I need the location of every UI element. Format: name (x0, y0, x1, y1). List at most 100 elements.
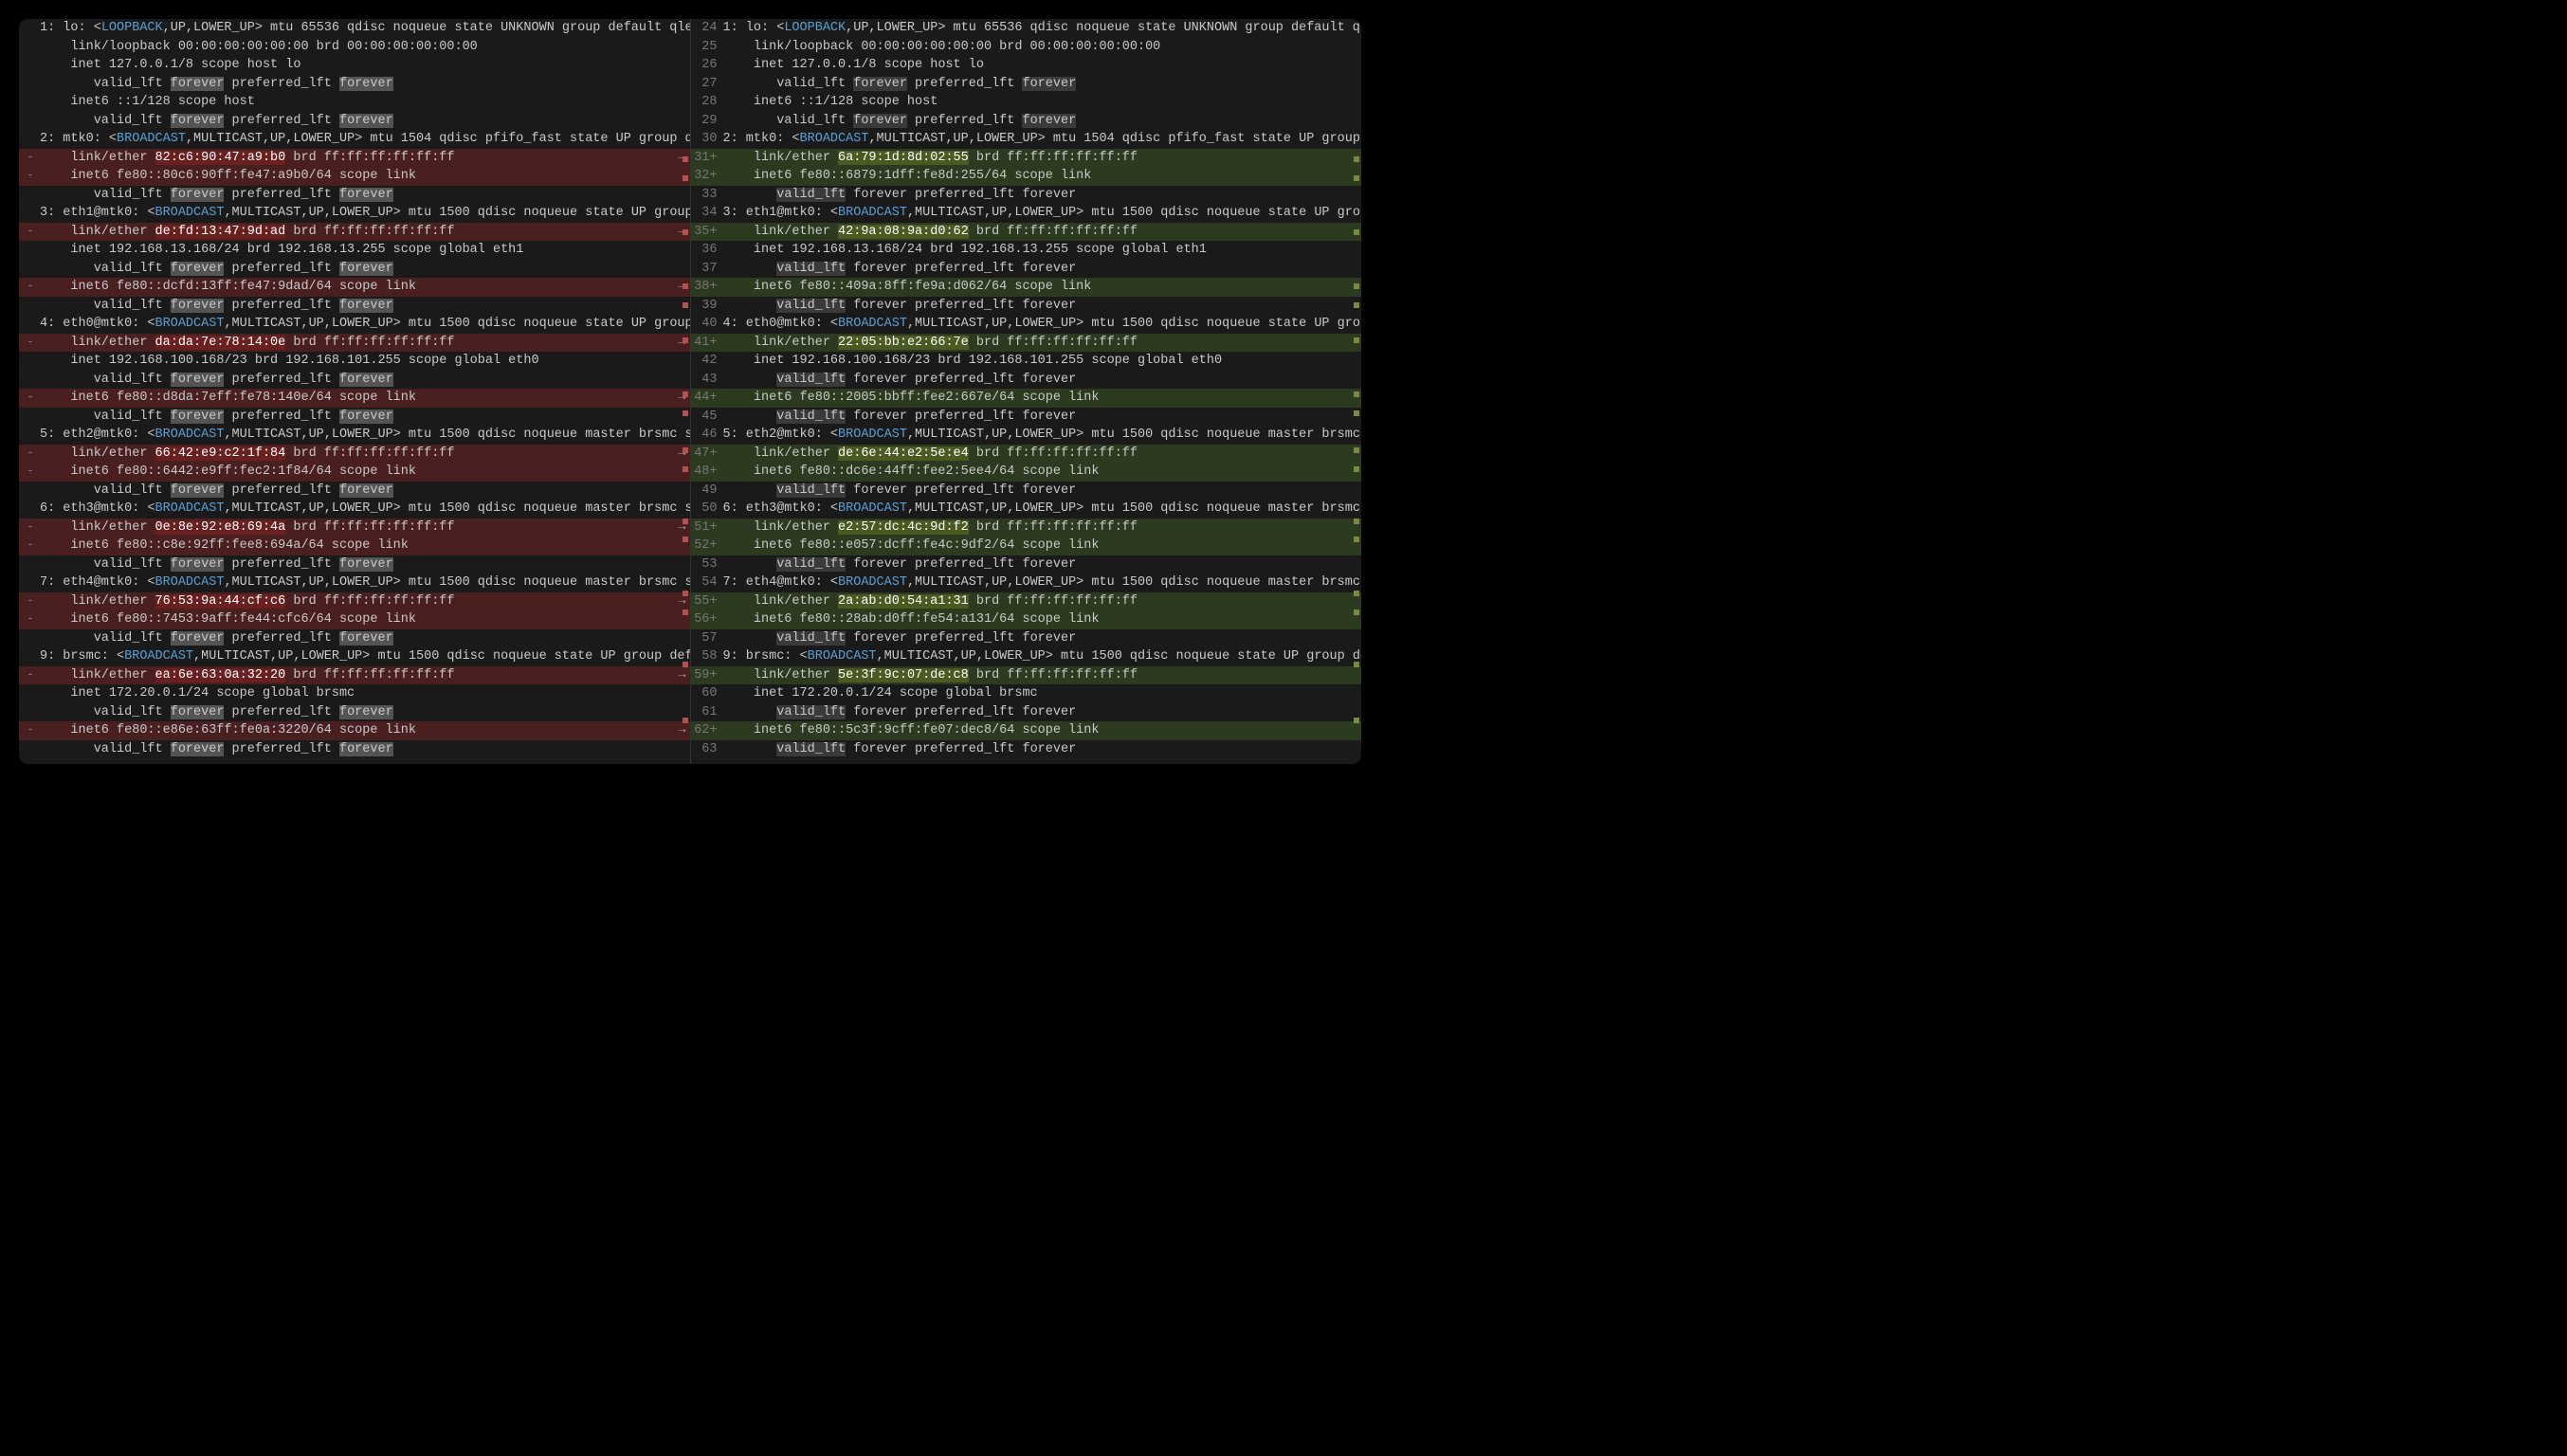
diff-line-right[interactable]: 55+ link/ether 2a:ab:d0:54:a1:31 brd ff:… (691, 592, 1362, 611)
diff-line-right[interactable]: 25 link/loopback 00:00:00:00:00:00 brd 0… (691, 38, 1362, 57)
minimap-marker (683, 391, 688, 397)
diff-line-left[interactable]: 5: eth2@mtk0: <BROADCAST,MULTICAST,UP,LO… (19, 426, 690, 445)
diff-line-left[interactable]: valid_lft forever preferred_lft forever (19, 629, 690, 648)
diff-line-left[interactable]: valid_lft forever preferred_lft forever (19, 112, 690, 131)
diff-line-right[interactable]: 47+ link/ether de:6e:44:e2:5e:e4 brd ff:… (691, 445, 1362, 464)
diff-line-right[interactable]: 28 inet6 ::1/128 scope host (691, 93, 1362, 112)
diff-line-left[interactable]: inet 172.20.0.1/24 scope global brsmc (19, 684, 690, 703)
diff-arrow-icon: → (678, 666, 685, 685)
diff-line-left[interactable]: valid_lft forever preferred_lft forever (19, 408, 690, 427)
diff-line-left[interactable]: - link/ether de:fd:13:47:9d:ad brd ff:ff… (19, 223, 690, 242)
diff-line-left[interactable]: valid_lft forever preferred_lft forever (19, 186, 690, 205)
diff-line-left[interactable]: inet 192.168.13.168/24 brd 192.168.13.25… (19, 241, 690, 260)
diff-line-right[interactable]: 27 valid_lft forever preferred_lft forev… (691, 75, 1362, 94)
minimap-marker (1354, 519, 1359, 524)
minimap-marker (683, 718, 688, 723)
diff-line-right[interactable]: 43 valid_lft forever preferred_lft forev… (691, 371, 1362, 390)
diff-line-left[interactable]: link/loopback 00:00:00:00:00:00 brd 00:0… (19, 38, 690, 57)
line-number: 53 (691, 555, 723, 574)
diff-line-right[interactable]: 51+ link/ether e2:57:dc:4c:9d:f2 brd ff:… (691, 519, 1362, 537)
diff-line-left[interactable]: - link/ether 0e:8e:92:e8:69:4a brd ff:ff… (19, 519, 690, 537)
diff-line-right[interactable]: 589: brsmc: <BROADCAST,MULTICAST,UP,LOWE… (691, 647, 1362, 666)
diff-line-left[interactable]: 9: brsmc: <BROADCAST,MULTICAST,UP,LOWER_… (19, 647, 690, 666)
diff-line-left[interactable]: - link/ether 76:53:9a:44:cf:c6 brd ff:ff… (19, 592, 690, 611)
diff-line-right[interactable]: 63 valid_lft forever preferred_lft forev… (691, 740, 1362, 759)
diff-line-right[interactable]: 29 valid_lft forever preferred_lft forev… (691, 112, 1362, 131)
minimap-marker (683, 610, 688, 615)
diff-line-right[interactable]: 302: mtk0: <BROADCAST,MULTICAST,UP,LOWER… (691, 130, 1362, 149)
diff-line-left[interactable]: - inet6 fe80::dcfd:13ff:fe47:9dad/64 sco… (19, 278, 690, 297)
line-number: 25 (691, 38, 723, 57)
diff-line-right[interactable]: 42 inet 192.168.100.168/23 brd 192.168.1… (691, 352, 1362, 371)
minimap-marker (1354, 447, 1359, 453)
diff-line-left[interactable]: - link/ether 66:42:e9:c2:1f:84 brd ff:ff… (19, 445, 690, 464)
diff-line-right[interactable]: 45 valid_lft forever preferred_lft forev… (691, 408, 1362, 427)
diff-line-left[interactable]: valid_lft forever preferred_lft forever (19, 297, 690, 316)
line-number: 27 (691, 75, 723, 94)
diff-line-left[interactable]: 7: eth4@mtk0: <BROADCAST,MULTICAST,UP,LO… (19, 573, 690, 592)
diff-line-left[interactable]: valid_lft forever preferred_lft forever (19, 703, 690, 722)
diff-line-right[interactable]: 39 valid_lft forever preferred_lft forev… (691, 297, 1362, 316)
diff-line-left[interactable]: - inet6 fe80::7453:9aff:fe44:cfc6/64 sco… (19, 610, 690, 629)
diff-pane-left[interactable]: 1: lo: <LOOPBACK,UP,LOWER_UP> mtu 65536 … (19, 19, 691, 764)
diff-line-right[interactable]: 61 valid_lft forever preferred_lft forev… (691, 703, 1362, 722)
diff-line-left[interactable]: 6: eth3@mtk0: <BROADCAST,MULTICAST,UP,LO… (19, 500, 690, 519)
diff-line-right[interactable]: 404: eth0@mtk0: <BROADCAST,MULTICAST,UP,… (691, 315, 1362, 334)
diff-line-left[interactable]: inet 127.0.0.1/8 scope host lo (19, 56, 690, 75)
diff-line-left[interactable]: valid_lft forever preferred_lft forever (19, 555, 690, 574)
diff-line-left[interactable]: valid_lft forever preferred_lft forever (19, 260, 690, 279)
diff-line-left[interactable]: 2: mtk0: <BROADCAST,MULTICAST,UP,LOWER_U… (19, 130, 690, 149)
diff-line-right[interactable]: 343: eth1@mtk0: <BROADCAST,MULTICAST,UP,… (691, 204, 1362, 223)
diff-line-left[interactable]: - inet6 fe80::e86e:63ff:fe0a:3220/64 sco… (19, 721, 690, 740)
diff-line-left[interactable]: - link/ether ea:6e:63:0a:32:20 brd ff:ff… (19, 666, 690, 685)
diff-line-left[interactable]: valid_lft forever preferred_lft forever (19, 740, 690, 759)
diff-line-right[interactable]: 33 valid_lft forever preferred_lft forev… (691, 186, 1362, 205)
diff-line-right[interactable]: 53 valid_lft forever preferred_lft forev… (691, 555, 1362, 574)
diff-line-right[interactable]: 60 inet 172.20.0.1/24 scope global brsmc (691, 684, 1362, 703)
minimap-marker (683, 591, 688, 596)
diff-line-left[interactable]: valid_lft forever preferred_lft forever (19, 75, 690, 94)
diff-line-right[interactable]: 35+ link/ether 42:9a:08:9a:d0:62 brd ff:… (691, 223, 1362, 242)
diff-line-right[interactable]: 56+ inet6 fe80::28ab:d0ff:fe54:a131/64 s… (691, 610, 1362, 629)
minimap-marker (1354, 175, 1359, 181)
diff-line-right[interactable]: 52+ inet6 fe80::e057:dcff:fe4c:9df2/64 s… (691, 537, 1362, 555)
line-number: 36 (691, 241, 723, 260)
diff-line-right[interactable]: 26 inet 127.0.0.1/8 scope host lo (691, 56, 1362, 75)
diff-line-right[interactable]: 506: eth3@mtk0: <BROADCAST,MULTICAST,UP,… (691, 500, 1362, 519)
diff-line-left[interactable]: valid_lft forever preferred_lft forever (19, 371, 690, 390)
diff-line-right[interactable]: 44+ inet6 fe80::2005:bbff:fee2:667e/64 s… (691, 389, 1362, 408)
gutter-marker: - (19, 278, 40, 297)
diff-line-right[interactable]: 31+ link/ether 6a:79:1d:8d:02:55 brd ff:… (691, 149, 1362, 168)
diff-line-right[interactable]: 547: eth4@mtk0: <BROADCAST,MULTICAST,UP,… (691, 573, 1362, 592)
diff-line-right[interactable]: 32+ inet6 fe80::6879:1dff:fe8d:255/64 sc… (691, 167, 1362, 186)
diff-line-right[interactable]: 59+ link/ether 5e:3f:9c:07:de:c8 brd ff:… (691, 666, 1362, 685)
diff-line-left[interactable]: 1: lo: <LOOPBACK,UP,LOWER_UP> mtu 65536 … (19, 19, 690, 38)
diff-line-right[interactable]: 36 inet 192.168.13.168/24 brd 192.168.13… (691, 241, 1362, 260)
diff-line-right[interactable]: 465: eth2@mtk0: <BROADCAST,MULTICAST,UP,… (691, 426, 1362, 445)
diff-line-right[interactable]: 38+ inet6 fe80::409a:8ff:fe9a:d062/64 sc… (691, 278, 1362, 297)
diff-line-left[interactable]: - inet6 fe80::d8da:7eff:fe78:140e/64 sco… (19, 389, 690, 408)
diff-line-right[interactable]: 62+ inet6 fe80::5c3f:9cff:fe07:dec8/64 s… (691, 721, 1362, 740)
diff-line-left[interactable]: - inet6 fe80::c8e:92ff:fee8:694a/64 scop… (19, 537, 690, 555)
diff-line-right[interactable]: 241: lo: <LOOPBACK,UP,LOWER_UP> mtu 6553… (691, 19, 1362, 38)
diff-line-left[interactable]: valid_lft forever preferred_lft forever (19, 482, 690, 500)
diff-line-left[interactable]: 3: eth1@mtk0: <BROADCAST,MULTICAST,UP,LO… (19, 204, 690, 223)
diff-line-left[interactable]: - inet6 fe80::6442:e9ff:fec2:1f84/64 sco… (19, 463, 690, 482)
diff-line-left[interactable]: inet 192.168.100.168/23 brd 192.168.101.… (19, 352, 690, 371)
diff-line-left[interactable]: - link/ether da:da:7e:78:14:0e brd ff:ff… (19, 334, 690, 353)
diff-line-right[interactable]: 48+ inet6 fe80::dc6e:44ff:fee2:5ee4/64 s… (691, 463, 1362, 482)
diff-line-right[interactable]: 41+ link/ether 22:05:bb:e2:66:7e brd ff:… (691, 334, 1362, 353)
diff-line-right[interactable]: 57 valid_lft forever preferred_lft forev… (691, 629, 1362, 648)
terminal-window: 1: lo: <LOOPBACK,UP,LOWER_UP> mtu 65536 … (19, 19, 1361, 764)
minimap-marker (1354, 662, 1359, 667)
diff-line-left[interactable]: 4: eth0@mtk0: <BROADCAST,MULTICAST,UP,LO… (19, 315, 690, 334)
diff-line-left[interactable]: - link/ether 82:c6:90:47:a9:b0 brd ff:ff… (19, 149, 690, 168)
diff-line-right[interactable]: 37 valid_lft forever preferred_lft forev… (691, 260, 1362, 279)
diff-line-left[interactable]: inet6 ::1/128 scope host (19, 93, 690, 112)
line-number: 24 (691, 19, 723, 38)
diff-line-left[interactable]: - inet6 fe80::80c6:90ff:fe47:a9b0/64 sco… (19, 167, 690, 186)
line-number: 55+ (691, 592, 723, 611)
diff-pane-right[interactable]: 241: lo: <LOOPBACK,UP,LOWER_UP> mtu 6553… (691, 19, 1362, 764)
line-number: 33 (691, 186, 723, 205)
diff-line-right[interactable]: 49 valid_lft forever preferred_lft forev… (691, 482, 1362, 500)
